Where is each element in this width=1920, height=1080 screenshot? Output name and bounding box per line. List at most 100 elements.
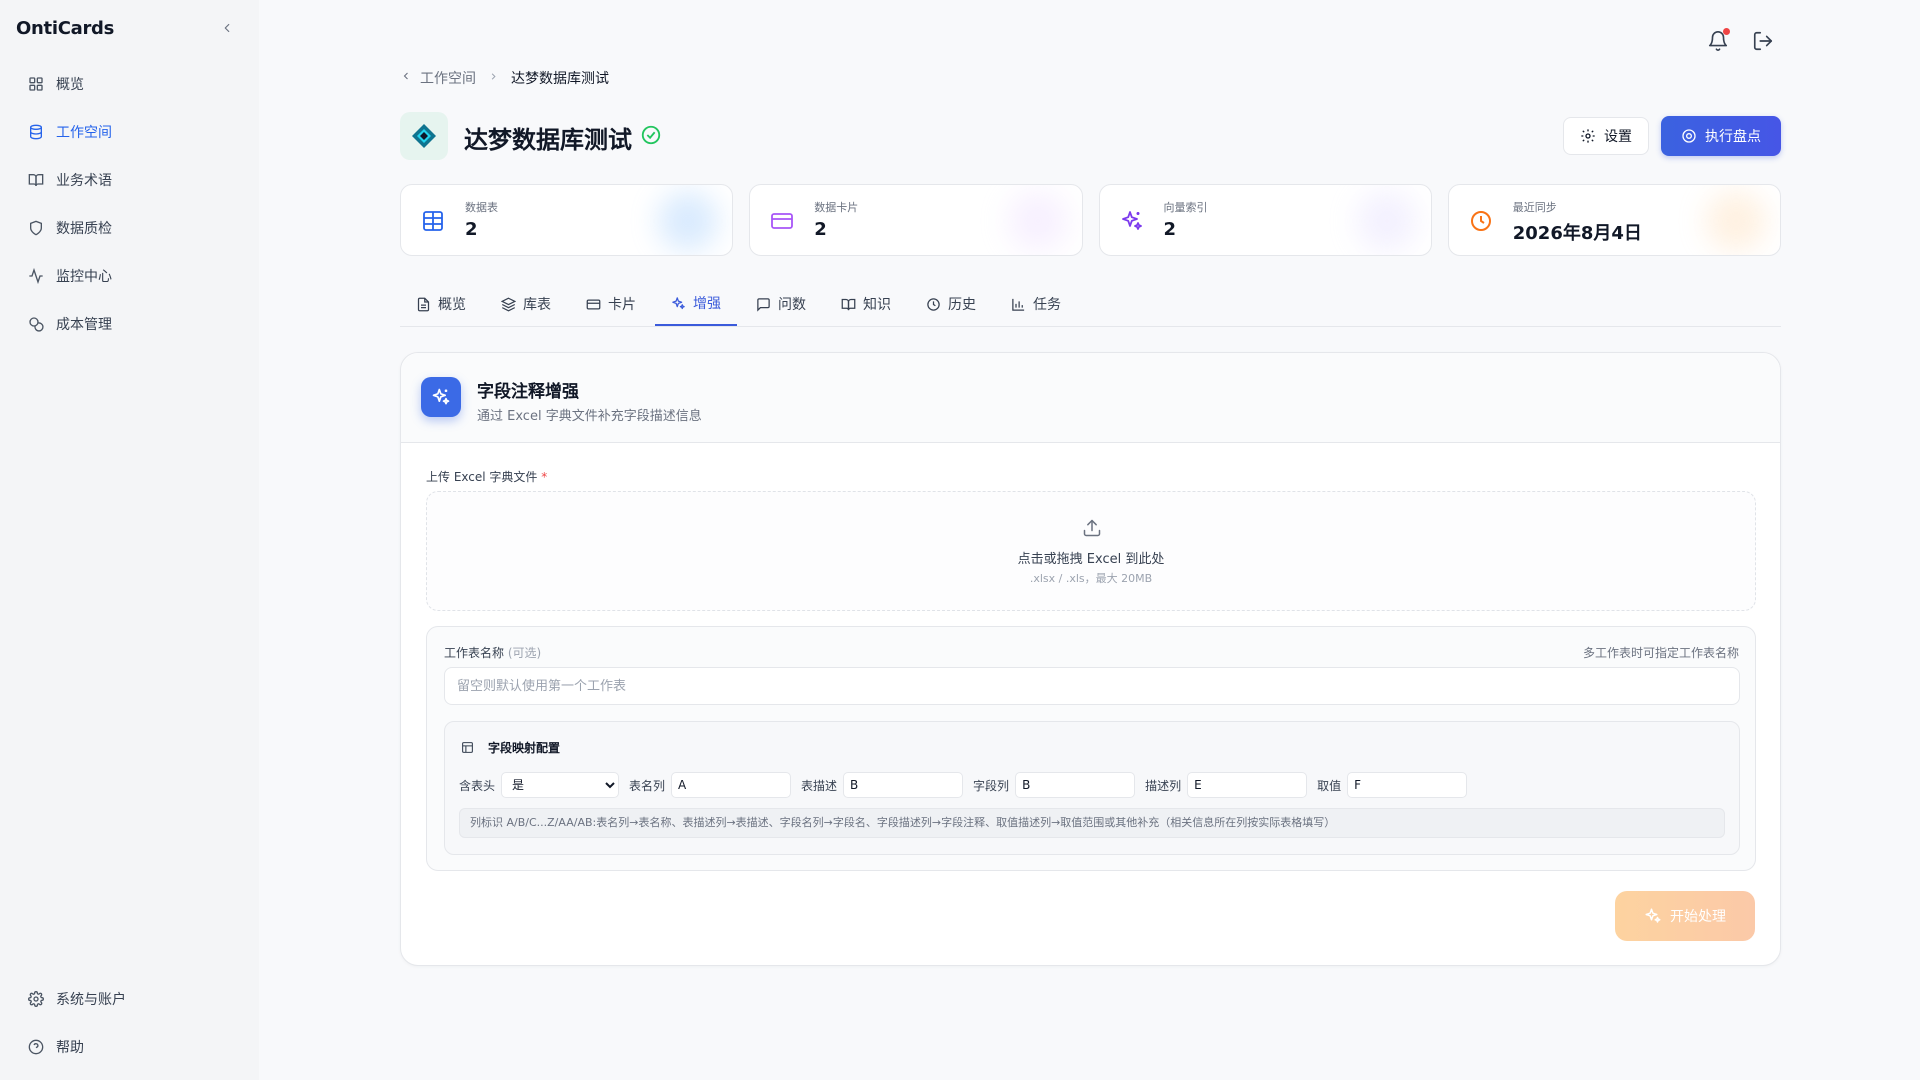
layers-icon [501, 297, 516, 311]
clock-icon [1470, 211, 1491, 231]
stats-row: 数据表 2 数据卡片 2 向量索引 2 最近同步 2026年8月4日 [400, 184, 1781, 256]
start-processing-button[interactable]: 开始处理 [1615, 891, 1755, 941]
verified-check-icon [640, 124, 662, 146]
stat-card-tables: 数据表 2 [400, 184, 734, 256]
field-col-input[interactable] [1015, 772, 1136, 798]
dropzone-text: 点击或拖拽 Excel 到此处 [1017, 552, 1165, 567]
sheet-label-text: 工作表名称 [444, 646, 505, 660]
tab-ask-data[interactable]: 问数 [740, 282, 822, 326]
run-inventory-button[interactable]: 执行盘点 [1661, 116, 1781, 156]
card-icon [586, 299, 601, 309]
stat-label: 数据表 [465, 201, 498, 214]
sidebar-item-help[interactable]: 帮助 [16, 1027, 244, 1067]
tab-label: 卡片 [608, 297, 636, 313]
excel-dropzone[interactable]: 点击或拖拽 Excel 到此处 .xlsx / .xls，最大 20MB [426, 491, 1756, 611]
table-name-col-field: 表名列 [629, 772, 792, 798]
upload-label: 上传 Excel 字典文件 * [426, 468, 547, 485]
card-title: 字段注释增强 [477, 382, 579, 402]
sidebar-item-label: 成本管理 [56, 317, 112, 333]
database-icon [30, 124, 42, 140]
breadcrumb-parent[interactable]: 工作空间 [420, 68, 476, 88]
card-icon [771, 213, 794, 229]
sparkles-icon [1121, 211, 1142, 230]
has-header-select[interactable]: 是 否 [501, 772, 620, 798]
stat-value: 2026年8月4日 [1512, 223, 1642, 244]
run-button-label: 执行盘点 [1705, 129, 1761, 145]
field-mapping-panel: 字段映射配置 含表头 是 否 表名列 表描述 [444, 721, 1740, 855]
breadcrumb: 工作空间 达梦数据库测试 [400, 68, 609, 88]
settings-button[interactable]: 设置 [1563, 117, 1649, 155]
sidebar-item-label: 概览 [56, 77, 84, 93]
sidebar-item-system[interactable]: 系统与账户 [16, 979, 244, 1019]
has-header-label: 含表头 [459, 778, 496, 793]
value-col-field: 取值 [1317, 772, 1468, 798]
sidebar-item-overview[interactable]: 概览 [16, 64, 244, 104]
stat-glow [658, 191, 719, 251]
start-button-label: 开始处理 [1670, 909, 1726, 925]
tab-label: 增强 [693, 296, 721, 312]
tab-label: 知识 [863, 297, 891, 313]
breadcrumb-separator-icon [488, 70, 499, 86]
stat-card-vector-index: 向量索引 2 [1098, 184, 1432, 256]
grid-icon [29, 77, 43, 91]
field-label: 表名列 [629, 778, 666, 793]
help-icon [28, 1039, 44, 1055]
clock-icon [927, 297, 940, 311]
tab-tasks[interactable]: 任务 [995, 282, 1077, 326]
sheet-name-input[interactable] [444, 667, 1740, 705]
value-col-input[interactable] [1347, 772, 1468, 798]
field-col-field: 字段列 [973, 772, 1136, 798]
stat-label: 最近同步 [1512, 201, 1557, 214]
tab-cards[interactable]: 卡片 [570, 282, 652, 326]
mapping-title: 字段映射配置 [461, 739, 560, 756]
field-label: 字段列 [973, 778, 1010, 793]
stat-label: 数据卡片 [814, 201, 859, 214]
sidebar-item-label: 监控中心 [56, 269, 112, 285]
tab-history[interactable]: 历史 [910, 282, 992, 326]
mapping-hint: 列标识 A/B/C...Z/AA/AB:表名列→表名称、表描述列→表描述、字段名… [459, 808, 1725, 838]
coins-icon [29, 317, 44, 332]
dameng-logo-icon [400, 112, 448, 160]
optional-tag: (可选) [507, 646, 542, 660]
sidebar-item-workspace[interactable]: 工作空间 [16, 112, 244, 152]
sparkles-icon [672, 296, 685, 309]
table-name-col-input[interactable] [671, 772, 792, 798]
card-header: 字段注释增强 通过 Excel 字典文件补充字段描述信息 [401, 353, 1780, 443]
logout-icon[interactable] [1752, 30, 1774, 52]
mapping-title-text: 字段映射配置 [488, 741, 561, 755]
breadcrumb-current: 达梦数据库测试 [511, 71, 609, 87]
sidebar: OntiCards 概览 工作空间 业务术语 数据质检 监控中心 成本管理 系统… [0, 0, 259, 1080]
settings-button-label: 设置 [1604, 129, 1632, 145]
sidebar-item-quality[interactable]: 数据质检 [16, 208, 244, 248]
stat-value: 2 [1163, 219, 1177, 240]
sparkles-icon [1645, 908, 1661, 923]
sidebar-item-label: 系统与账户 [56, 992, 126, 1008]
tab-tables[interactable]: 库表 [485, 282, 567, 326]
notification-bell-icon[interactable] [1707, 28, 1730, 52]
activity-icon [29, 268, 43, 284]
required-mark: * [541, 470, 548, 484]
tab-label: 概览 [438, 297, 466, 313]
sidebar-item-cost[interactable]: 成本管理 [16, 304, 244, 344]
sidebar-item-label: 工作空间 [56, 125, 112, 141]
tab-knowledge[interactable]: 知识 [825, 282, 907, 326]
stat-card-last-sync: 最近同步 2026年8月4日 [1447, 184, 1781, 256]
tab-overview[interactable]: 概览 [400, 282, 482, 326]
collapse-sidebar-icon[interactable] [220, 20, 234, 39]
desc-col-input[interactable] [1187, 772, 1308, 798]
tab-label: 历史 [948, 297, 976, 313]
stat-glow [1356, 191, 1417, 251]
field-label: 取值 [1317, 778, 1342, 793]
table-desc-col-input[interactable] [843, 772, 964, 798]
sidebar-item-glossary[interactable]: 业务术语 [16, 160, 244, 200]
tab-label: 库表 [523, 297, 551, 313]
field-label: 表描述 [801, 778, 838, 793]
page-title: 达梦数据库测试 [464, 126, 632, 154]
has-header-field: 含表头 是 否 [459, 772, 620, 798]
play-circle-icon [1682, 129, 1696, 143]
tab-enhance[interactable]: 增强 [655, 282, 737, 326]
sidebar-item-monitor[interactable]: 监控中心 [16, 256, 244, 296]
stat-label: 向量索引 [1163, 201, 1208, 214]
back-chevron-icon[interactable] [400, 70, 412, 86]
dropzone-hint: .xlsx / .xls，最大 20MB [1029, 572, 1153, 585]
